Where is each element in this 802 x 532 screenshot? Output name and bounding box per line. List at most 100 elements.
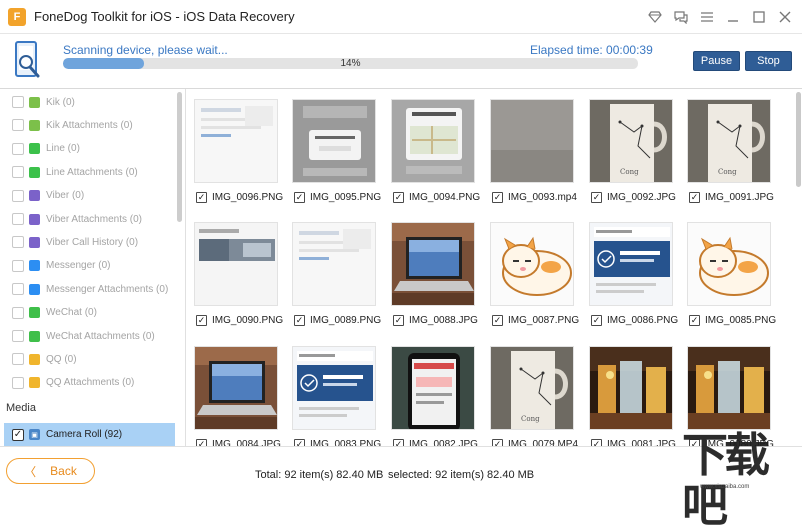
- sidebar-item-checkbox[interactable]: [12, 96, 24, 108]
- sidebar-item[interactable]: QQ Attachments (0): [0, 372, 176, 394]
- sidebar-item[interactable]: Messenger Attachments (0): [0, 278, 176, 300]
- minimize-icon[interactable]: [722, 6, 744, 28]
- media-tile[interactable]: ✓ IMG_0083.PNG: [289, 346, 381, 446]
- thumbnail-image[interactable]: [391, 346, 475, 430]
- media-tile[interactable]: ✓ IMG_0095.PNG: [289, 99, 381, 203]
- sidebar-item[interactable]: Viber (0): [0, 185, 176, 207]
- media-tile[interactable]: Cong ✓ IMG_0079.MP4: [487, 346, 578, 446]
- tile-checkbox[interactable]: ✓: [196, 439, 207, 446]
- sidebar-scrollbar[interactable]: [177, 92, 182, 222]
- thumbnail-image[interactable]: [194, 346, 278, 430]
- camera-roll-checkbox[interactable]: ✓: [12, 428, 24, 441]
- sidebar-item-checkbox[interactable]: [12, 166, 24, 179]
- sidebar-item-checkbox[interactable]: [12, 376, 24, 389]
- sidebar-item[interactable]: Messenger (0): [0, 255, 176, 277]
- sidebar-item-checkbox[interactable]: [12, 119, 24, 132]
- tile-checkbox[interactable]: ✓: [393, 439, 404, 446]
- thumbnail-image[interactable]: [292, 99, 376, 183]
- sidebar-item[interactable]: Viber Attachments (0): [0, 208, 176, 230]
- sidebar-item-checkbox[interactable]: [12, 259, 24, 272]
- thumbnail-image[interactable]: Cong: [687, 99, 771, 183]
- tile-checkbox[interactable]: ✓: [294, 192, 305, 203]
- sidebar-item-label: Line Attachments (0): [46, 166, 138, 178]
- thumbnail-image[interactable]: Cong: [589, 99, 673, 183]
- media-tile[interactable]: ✓ IMG_0085.PNG: [684, 222, 776, 326]
- sidebar-item-checkbox[interactable]: [12, 213, 24, 225]
- sidebar-item[interactable]: WeChat Attachments (0): [0, 325, 176, 347]
- thumbnail-image[interactable]: [589, 222, 673, 306]
- tile-checkbox[interactable]: ✓: [591, 315, 602, 326]
- tile-checkbox[interactable]: ✓: [294, 439, 305, 446]
- thumbnail-image[interactable]: [687, 346, 771, 430]
- thumbnail-image[interactable]: [292, 222, 376, 306]
- media-tile[interactable]: ✓ IMG_0082.JPG: [388, 346, 478, 446]
- thumbnail-image[interactable]: [687, 222, 771, 306]
- media-thumbnail-grid: ✓ IMG_0096.PNG ✓ IMG_0095.PNG ✓ IMG_0094.PNG ✓…: [187, 89, 795, 446]
- thumbnail-image[interactable]: [194, 222, 278, 306]
- media-tile[interactable]: ✓ IMG_0084.JPG: [191, 346, 281, 446]
- media-tile[interactable]: ✓ IMG_0094.PNG: [388, 99, 480, 203]
- diamond-icon[interactable]: [644, 6, 666, 28]
- thumbnail-image[interactable]: [589, 346, 673, 430]
- media-tile[interactable]: ✓ IMG_0086.PNG: [586, 222, 678, 326]
- media-tile[interactable]: ✓ IMG_0080.JPG: [684, 346, 774, 446]
- thumbnail-image[interactable]: [391, 222, 475, 306]
- sidebar-item-checkbox[interactable]: [12, 142, 24, 155]
- tile-caption: ✓ IMG_0082.JPG: [393, 439, 478, 446]
- menu-icon[interactable]: [696, 6, 718, 28]
- thumbnail-image[interactable]: [292, 346, 376, 430]
- tile-checkbox[interactable]: ✓: [689, 315, 700, 326]
- sidebar-item-checkbox[interactable]: [12, 283, 24, 296]
- media-tile[interactable]: Cong ✓ IMG_0092.JPG: [586, 99, 676, 203]
- tile-caption: ✓ IMG_0083.PNG: [294, 439, 381, 446]
- thumbnail-image[interactable]: [391, 99, 475, 183]
- media-tile[interactable]: ✓ IMG_0081.JPG: [586, 346, 676, 446]
- sidebar-item[interactable]: Line (0): [0, 138, 176, 160]
- close-icon[interactable]: [774, 6, 796, 28]
- chat-icon[interactable]: [670, 6, 692, 28]
- tile-checkbox[interactable]: ✓: [393, 192, 404, 203]
- media-tile[interactable]: ✓ IMG_0089.PNG: [289, 222, 381, 326]
- tile-caption: ✓ IMG_0085.PNG: [689, 315, 776, 326]
- media-tile[interactable]: ✓ IMG_0093.mp4: [487, 99, 577, 203]
- pause-button[interactable]: Pause: [693, 51, 740, 71]
- tile-checkbox[interactable]: ✓: [196, 192, 207, 203]
- sidebar-item-checkbox[interactable]: [12, 189, 24, 202]
- tile-checkbox[interactable]: ✓: [492, 439, 503, 446]
- tile-checkbox[interactable]: ✓: [393, 315, 404, 326]
- media-tile[interactable]: ✓ IMG_0096.PNG: [191, 99, 283, 203]
- tile-checkbox[interactable]: ✓: [689, 192, 700, 203]
- sidebar-item-checkbox[interactable]: [12, 306, 24, 319]
- tile-checkbox[interactable]: ✓: [591, 192, 602, 203]
- tile-filename: IMG_0096.PNG: [212, 192, 284, 203]
- stop-button[interactable]: Stop: [745, 51, 792, 71]
- maximize-icon[interactable]: [748, 6, 770, 28]
- sidebar-item-checkbox[interactable]: [12, 236, 24, 249]
- sidebar-item[interactable]: Viber Call History (0): [0, 231, 176, 253]
- sidebar-item-camera-roll[interactable]: ✓ ▣ Camera Roll (92): [4, 423, 175, 446]
- sidebar-item[interactable]: Kik Attachments (0): [0, 114, 176, 136]
- media-tile[interactable]: ✓ IMG_0090.PNG: [191, 222, 283, 326]
- thumbnail-image[interactable]: [490, 99, 574, 183]
- sidebar-item[interactable]: WeChat (0): [0, 302, 176, 324]
- thumbnail-image[interactable]: [490, 222, 574, 306]
- tile-checkbox[interactable]: ✓: [294, 315, 305, 326]
- tile-checkbox[interactable]: ✓: [492, 315, 503, 326]
- grid-scrollbar[interactable]: [796, 92, 801, 187]
- sidebar-item[interactable]: Kik (0): [0, 91, 176, 113]
- media-tile[interactable]: ✓ IMG_0087.PNG: [487, 222, 579, 326]
- thumbnail-image[interactable]: Cong: [490, 346, 574, 430]
- tile-checkbox[interactable]: ✓: [591, 439, 602, 446]
- tile-checkbox[interactable]: ✓: [492, 192, 503, 203]
- thumbnail-image[interactable]: [194, 99, 278, 183]
- sidebar-item-checkbox[interactable]: [12, 330, 24, 342]
- media-tile[interactable]: Cong ✓ IMG_0091.JPG: [684, 99, 774, 203]
- tile-checkbox[interactable]: ✓: [196, 315, 207, 326]
- sidebar-item-label: Line (0): [46, 143, 80, 155]
- sidebar-item[interactable]: QQ (0): [0, 348, 176, 370]
- tile-filename: IMG_0087.PNG: [508, 315, 580, 326]
- media-tile[interactable]: ✓ IMG_0088.JPG: [388, 222, 478, 326]
- back-button[interactable]: 〈 Back: [6, 458, 95, 484]
- sidebar-item[interactable]: Line Attachments (0): [0, 161, 176, 183]
- sidebar-item-checkbox[interactable]: [12, 353, 24, 366]
